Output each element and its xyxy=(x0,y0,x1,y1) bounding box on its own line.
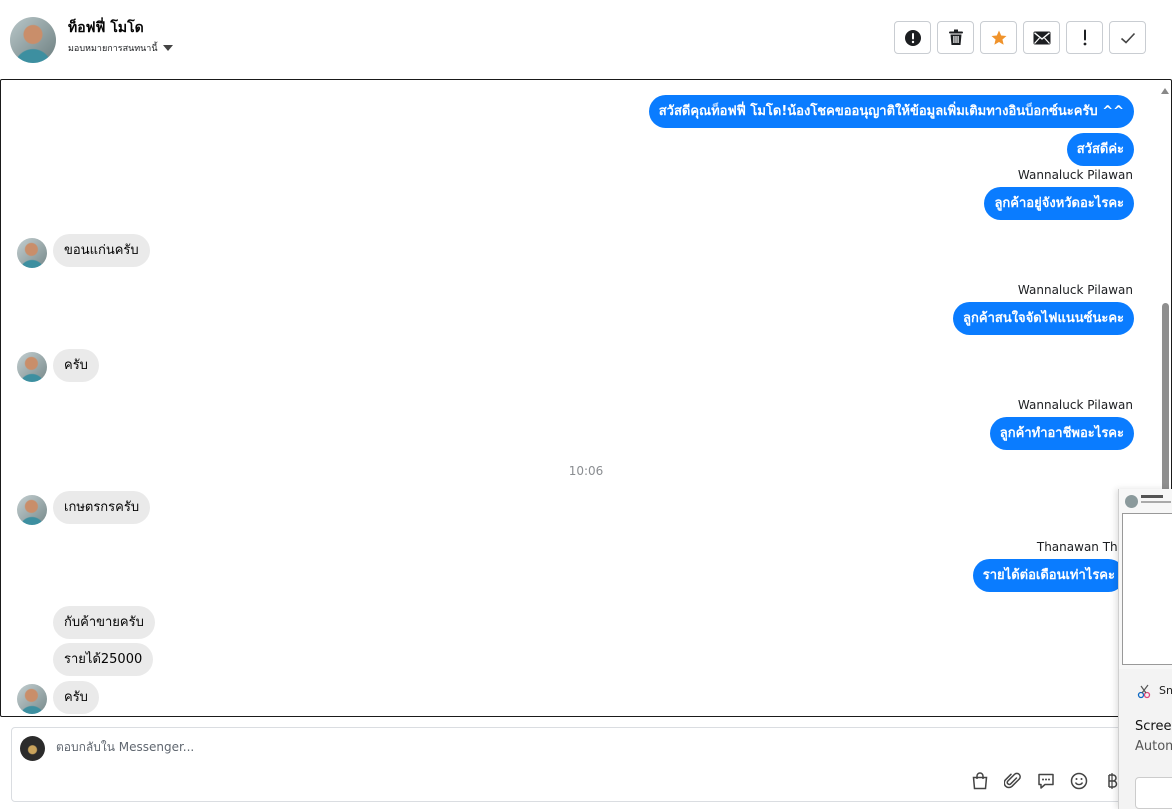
snipping-tool-icon xyxy=(1137,684,1151,699)
saved-reply-button[interactable] xyxy=(1036,771,1056,791)
contact-avatar-small xyxy=(17,352,47,382)
spam-icon xyxy=(904,29,921,46)
outgoing-message: ลูกค้าอยู่จังหวัดอะไรคะ xyxy=(984,187,1134,220)
message-thread[interactable]: สวัสดีคุณท็อฟฟี่ โมโด!น้องโชคขออนุญาติให… xyxy=(0,79,1172,717)
mark-unread-button[interactable] xyxy=(1023,21,1060,54)
toast-subtitle: Autom xyxy=(1135,739,1172,754)
shop-button[interactable] xyxy=(970,771,990,791)
screenshot-thumbnail[interactable] xyxy=(1119,489,1172,670)
incoming-message: รายได้25000 xyxy=(53,643,154,676)
star-icon xyxy=(991,30,1006,45)
caret-down-icon xyxy=(162,45,173,51)
outgoing-message: สวัสดีคุณท็อฟฟี่ โมโด!น้องโชคขออนุญาติให… xyxy=(648,95,1134,128)
composer-tools xyxy=(970,771,1122,791)
conversation-header: ท็อฟฟี่ โมโด มอบหมายการสนทนานี้ xyxy=(0,0,1172,80)
reply-composer xyxy=(11,727,1171,802)
snipping-tool-toast[interactable]: Sn Screer Autom xyxy=(1119,669,1172,809)
sender-name: Thanawan Tho xyxy=(1036,540,1125,554)
page-avatar xyxy=(20,736,45,761)
scroll-up-arrow-icon[interactable] xyxy=(1161,88,1169,94)
incoming-message: ขอนแก่นครับ xyxy=(53,234,150,267)
thumbnail-frame xyxy=(1122,513,1172,665)
incoming-message: เกษตรกรครับ xyxy=(53,491,151,524)
header-actions xyxy=(894,21,1146,54)
contact-name[interactable]: ท็อฟฟี่ โมโด xyxy=(68,17,144,39)
thumbnail-text xyxy=(1141,501,1171,503)
attach-button[interactable] xyxy=(1003,771,1023,791)
paperclip-icon xyxy=(1004,772,1021,789)
check-icon xyxy=(1120,32,1135,44)
incoming-message: ครับ xyxy=(53,681,99,714)
star-button[interactable] xyxy=(980,21,1017,54)
reply-input[interactable] xyxy=(56,740,856,754)
toast-title: Screer xyxy=(1135,719,1172,734)
spam-button[interactable] xyxy=(894,21,931,54)
contact-avatar-small xyxy=(17,684,47,714)
screenshot-notification-overlay[interactable]: Sn Screer Autom xyxy=(1118,489,1172,809)
emoji-icon xyxy=(1070,772,1088,790)
mail-icon xyxy=(1033,31,1050,44)
outgoing-message: ลูกค้าทำอาชีพอะไรคะ xyxy=(989,417,1134,450)
emoji-button[interactable] xyxy=(1069,771,1089,791)
contact-avatar-small xyxy=(17,495,47,525)
incoming-message: ครับ xyxy=(53,349,99,382)
sender-name: Wannaluck Pilawan xyxy=(1017,283,1133,297)
toast-action-button[interactable] xyxy=(1135,777,1172,809)
thumbnail-avatar xyxy=(1125,495,1138,508)
baht-icon xyxy=(1108,773,1118,789)
mark-done-button[interactable] xyxy=(1109,21,1146,54)
thumbnail-text xyxy=(1141,495,1163,498)
assign-conversation-dropdown[interactable]: มอบหมายการสนทนานี้ xyxy=(68,41,173,55)
message-timestamp: 10:06 xyxy=(568,464,604,478)
mark-important-button[interactable] xyxy=(1066,21,1103,54)
incoming-message: กับค้าขายครับ xyxy=(53,606,155,639)
important-icon xyxy=(1083,29,1086,46)
toast-app-name: Sn xyxy=(1159,684,1172,697)
outgoing-message: สวัสดีค่ะ xyxy=(1066,133,1134,166)
contact-avatar-small xyxy=(17,238,47,268)
trash-icon xyxy=(948,29,963,45)
sender-name: Wannaluck Pilawan xyxy=(1017,168,1133,182)
delete-button[interactable] xyxy=(937,21,974,54)
assign-label: มอบหมายการสนทนานี้ xyxy=(68,44,158,54)
contact-avatar[interactable] xyxy=(10,17,56,63)
outgoing-message: รายได้ต่อเดือนเท่าไรคะ xyxy=(972,559,1125,592)
bag-icon xyxy=(972,772,988,790)
sender-name: Wannaluck Pilawan xyxy=(1017,398,1133,412)
chat-bubble-icon xyxy=(1038,773,1054,789)
outgoing-message: ลูกค้าสนใจจัดไฟแนนซ์นะคะ xyxy=(953,302,1134,335)
